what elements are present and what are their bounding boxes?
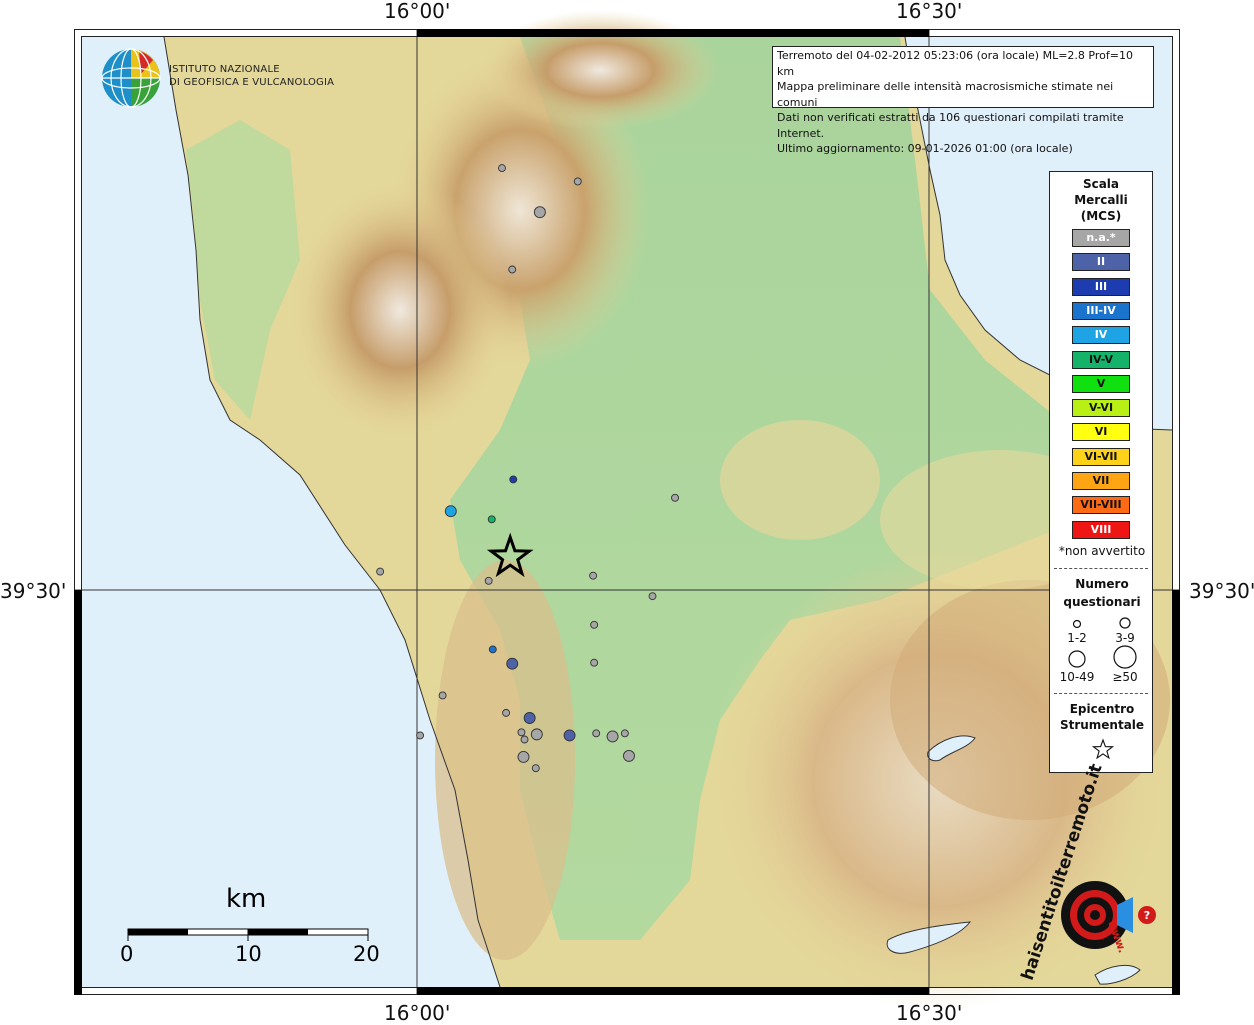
scalebar-label-10: 10 (235, 942, 262, 966)
info-line1: Terremoto del 04-02-2012 05:23:06 (ora l… (777, 49, 1133, 78)
size-symbol-10-49 (1068, 650, 1086, 668)
observation-point-0 (498, 164, 506, 173)
legend-swatch-10: VII (1072, 472, 1130, 490)
coord-left-mid: 39°30' (0, 579, 67, 603)
observation-point-13 (488, 645, 497, 654)
observation-point-8 (376, 567, 385, 576)
observation-point-2 (533, 206, 546, 219)
questionnaires-title-2: questionari (1063, 595, 1141, 609)
observation-point-29 (623, 749, 635, 762)
size-label-3-9: 3-9 (1115, 631, 1135, 645)
legend-separator-1 (1054, 568, 1148, 569)
observation-point-12 (590, 620, 599, 629)
legend-swatch-8: VI (1072, 423, 1130, 442)
legend-swatch-0: n.a.* (1072, 229, 1130, 247)
east-hills (720, 420, 880, 540)
legend-swatch-4: IV (1072, 326, 1130, 345)
legend: Scala Mercalli (MCS) n.a.* II III III-IV IV I… (1049, 171, 1153, 773)
observation-point-16 (438, 691, 447, 700)
ingv-logo-text: ISTITUTO NAZIONALE DI GEOFISICA E VULCAN… (169, 63, 334, 89)
observation-point-3 (508, 265, 517, 274)
observation-point-7 (671, 493, 679, 502)
observation-point-6 (487, 515, 496, 524)
coord-top-left: 16°00' (384, 0, 451, 23)
event-info-box: Terremoto del 04-02-2012 05:23:06 (ora l… (772, 46, 1154, 155)
scalebar-label-20: 20 (353, 942, 380, 966)
observation-point-4 (509, 475, 518, 484)
coord-bottom-right: 16°30' (896, 1001, 963, 1025)
ingv-line1: ISTITUTO NAZIONALE (169, 64, 280, 75)
legend-note: *non avvertito (1058, 544, 1146, 558)
observation-point-1 (573, 177, 582, 186)
legend-swatch-6: V (1072, 374, 1130, 393)
questionnaires-title-1: Numero (1075, 577, 1129, 591)
ingv-line2: DI GEOFISICA E VULCANOLOGIA (169, 77, 335, 88)
orsomarso-relief (290, 180, 510, 440)
legend-swatch-3: III-IV (1072, 301, 1130, 320)
epicenter-title-1: Epicentro (1069, 702, 1135, 716)
observation-point-9 (484, 576, 493, 585)
observation-point-25 (416, 731, 425, 740)
observation-point-5 (444, 505, 457, 518)
legend-swatch-11: VII-VIII (1072, 496, 1130, 515)
info-line2: Mappa preliminare delle intensità macros… (777, 80, 1114, 109)
legend-swatch-12: VIII (1072, 520, 1130, 539)
observation-point-23 (606, 730, 619, 743)
observation-point-10 (589, 571, 598, 580)
info-line4: Ultimo aggiornamento: 09-01-2026 01:00 (… (777, 142, 1073, 155)
size-label-50: ≥50 (1112, 670, 1138, 684)
legend-swatch-7: V-VI (1072, 399, 1130, 418)
epicenter-title-2: Strumentale (1059, 718, 1145, 732)
legend-swatch-5: IV-V (1072, 350, 1130, 369)
observation-point-22 (592, 729, 601, 738)
catena-costiera-relief (435, 560, 575, 960)
size-label-1-2: 1-2 (1067, 631, 1087, 645)
epicenter-star-icon (1092, 738, 1114, 760)
observation-point-19 (517, 728, 526, 737)
observation-point-21 (563, 729, 576, 742)
size-label-10-49: 10-49 (1059, 670, 1095, 684)
observation-point-28 (531, 764, 540, 773)
observation-point-24 (620, 729, 629, 738)
observation-point-11 (648, 592, 657, 601)
legend-swatch-9: VI-VII (1072, 447, 1130, 466)
size-symbol-3-9 (1119, 617, 1131, 629)
observation-point-17 (502, 708, 511, 717)
legend-swatch-2: III (1072, 277, 1130, 296)
legend-separator-2 (1054, 693, 1148, 694)
observation-point-20 (530, 728, 543, 741)
observation-point-14 (506, 657, 519, 670)
size-symbol-50 (1113, 645, 1137, 669)
observation-point-15 (590, 658, 599, 667)
svg-text:?: ? (1144, 909, 1150, 922)
observation-point-18 (523, 712, 536, 724)
legend-swatch-1: II (1072, 253, 1130, 272)
north-relief (480, 10, 720, 130)
legend-title-1: Scala (1082, 177, 1120, 191)
size-symbol-1-2 (1072, 619, 1082, 629)
observation-point-27 (517, 750, 530, 763)
scalebar-label-0: 0 (120, 942, 134, 966)
legend-title-2: Mercalli (1074, 193, 1128, 207)
legend-title-3: (MCS) (1080, 209, 1122, 223)
coord-bottom-left: 16°00' (384, 1001, 451, 1025)
info-line3: Dati non verificati estratti da 106 ques… (777, 111, 1124, 140)
scalebar-unit: km (226, 884, 267, 914)
observation-point-26 (520, 735, 529, 744)
coord-top-right: 16°30' (896, 0, 963, 23)
ingv-logo-icon (101, 48, 161, 108)
coord-right-mid: 39°30' (1189, 579, 1254, 603)
